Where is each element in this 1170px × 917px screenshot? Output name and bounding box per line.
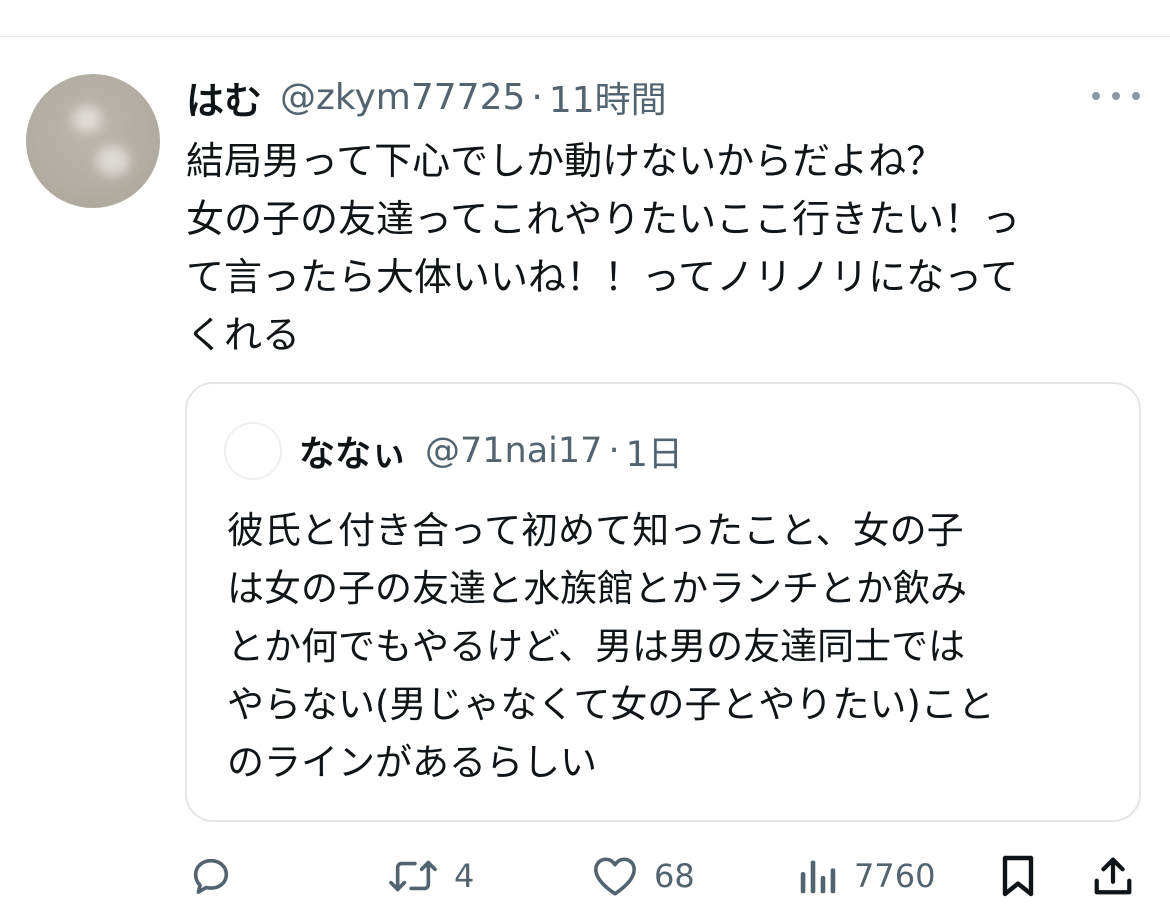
action-bar: 4 68 7760 <box>0 848 1170 904</box>
bookmark-icon <box>998 852 1038 900</box>
reply-icon <box>188 853 234 899</box>
dot <box>1112 92 1120 100</box>
views-icon <box>796 853 840 899</box>
separator-dot: · <box>531 76 543 118</box>
separator-dot: · <box>608 431 620 471</box>
dot <box>1132 92 1140 100</box>
avatar[interactable] <box>26 74 160 208</box>
share-icon <box>1090 852 1136 900</box>
retweet-button[interactable]: 4 <box>386 848 474 904</box>
author-display-name[interactable]: はむ <box>186 70 262 125</box>
tweet-text: 結局男って下心でしか動けないからだよね？ 女の子の友達ってこれやりたいここ行きた… <box>186 139 1021 357</box>
top-divider <box>0 36 1170 37</box>
bookmark-button[interactable] <box>998 848 1038 904</box>
tweet-header: はむ @zkym77725 · 11時間 <box>186 70 667 125</box>
dot <box>1092 92 1100 100</box>
author-handle[interactable]: @zkym77725 <box>280 77 525 118</box>
quoted-tweet-timestamp: 1日 <box>625 434 683 475</box>
retweet-icon <box>386 853 440 899</box>
like-count: 68 <box>654 857 695 895</box>
quoted-tweet-card[interactable]: ななぃ @71nai17 · 1日 彼氏と付き合って初めて知ったこと、女の子 は… <box>185 382 1141 822</box>
retweet-count: 4 <box>454 857 475 895</box>
avatar-highlight <box>96 146 130 176</box>
like-button[interactable]: 68 <box>590 848 695 904</box>
quoted-avatar <box>224 422 282 480</box>
views-button[interactable]: 7760 <box>796 848 935 904</box>
reply-button[interactable] <box>188 848 234 904</box>
quoted-author-handle: @71nai17 <box>425 431 603 471</box>
share-button[interactable] <box>1090 848 1136 904</box>
views-count: 7760 <box>854 857 936 895</box>
tweet-timestamp[interactable]: 11時間 <box>549 71 667 123</box>
avatar-highlight <box>72 106 102 132</box>
quoted-tweet-header: ななぃ @71nai17 · 1日 <box>299 428 683 475</box>
quoted-tweet-text: 彼氏と付き合って初めて知ったこと、女の子 は女の子の友達と水族館とかランチとか飲… <box>227 509 995 784</box>
heart-icon <box>590 853 640 899</box>
quoted-author-display-name: ななぃ <box>299 434 408 475</box>
more-options-icon[interactable] <box>1092 86 1140 106</box>
